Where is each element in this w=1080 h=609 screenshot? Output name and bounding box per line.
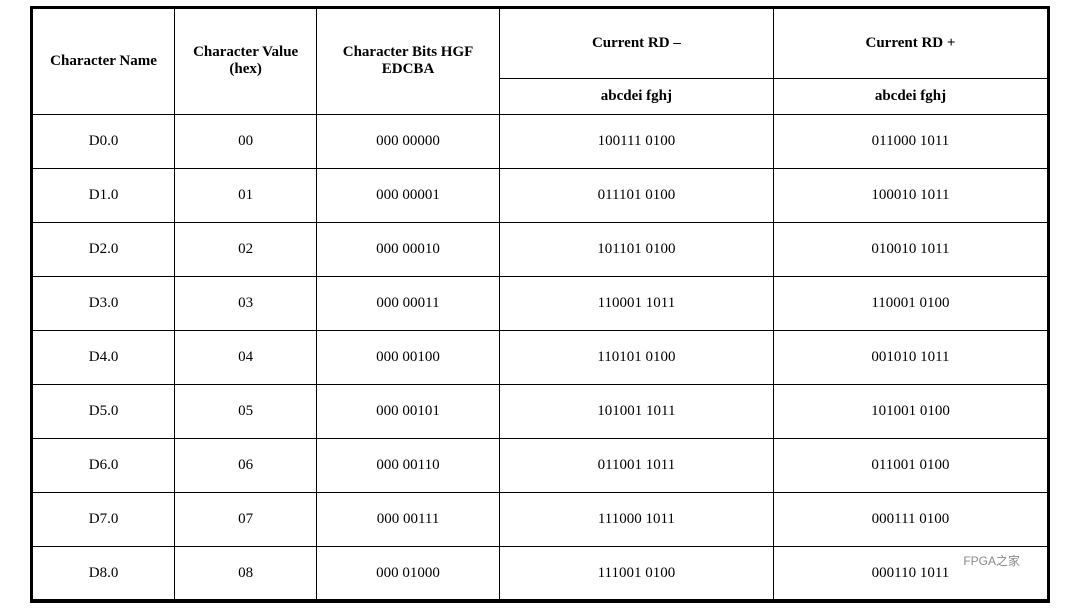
cell-name: D3.0 xyxy=(33,276,175,330)
cell-rd_minus: 100111 0100 xyxy=(499,114,773,168)
cell-rd_minus: 011101 0100 xyxy=(499,168,773,222)
cell-rd_plus: 101001 0100 xyxy=(773,384,1047,438)
cell-rd_plus: 011001 0100 xyxy=(773,438,1047,492)
table-row: D5.005000 00101101001 1011101001 0100 xyxy=(33,384,1048,438)
cell-rd_plus: 100010 1011 xyxy=(773,168,1047,222)
cell-name: D6.0 xyxy=(33,438,175,492)
watermark-label: FPGA之家 xyxy=(963,552,1020,569)
cell-rd_minus: 111000 1011 xyxy=(499,492,773,546)
cell-name: D1.0 xyxy=(33,168,175,222)
table-row: D3.003000 00011110001 1011110001 0100 xyxy=(33,276,1048,330)
cell-value: 02 xyxy=(175,222,317,276)
col-header-char-bits: Character Bits HGF EDCBA xyxy=(317,8,500,114)
col-header-rd-minus: Current RD – xyxy=(499,8,773,78)
cell-name: D2.0 xyxy=(33,222,175,276)
cell-value: 06 xyxy=(175,438,317,492)
cell-rd_plus: 110001 0100 xyxy=(773,276,1047,330)
cell-bits: 000 00100 xyxy=(317,330,500,384)
header-row-main: Character Name Character Value (hex) Cha… xyxy=(33,8,1048,78)
cell-rd_plus: 001010 1011 xyxy=(773,330,1047,384)
table-container: Character Name Character Value (hex) Cha… xyxy=(30,6,1050,604)
cell-value: 04 xyxy=(175,330,317,384)
table-row: D8.008000 01000111001 0100000110 1011 xyxy=(33,546,1048,600)
table-row: D6.006000 00110011001 1011011001 0100 xyxy=(33,438,1048,492)
cell-name: D5.0 xyxy=(33,384,175,438)
cell-rd_minus: 110001 1011 xyxy=(499,276,773,330)
cell-name: D8.0 xyxy=(33,546,175,600)
table-body: D0.000000 00000100111 0100011000 1011D1.… xyxy=(33,114,1048,600)
col-header-char-value: Character Value (hex) xyxy=(175,8,317,114)
cell-bits: 000 00011 xyxy=(317,276,500,330)
cell-bits: 000 00010 xyxy=(317,222,500,276)
cell-value: 07 xyxy=(175,492,317,546)
cell-rd_plus: 011000 1011 xyxy=(773,114,1047,168)
col-header-char-name: Character Name xyxy=(33,8,175,114)
table-row: D1.001000 00001011101 0100100010 1011 xyxy=(33,168,1048,222)
cell-bits: 000 00000 xyxy=(317,114,500,168)
table-row: D4.004000 00100110101 0100001010 1011 xyxy=(33,330,1048,384)
cell-rd_minus: 101101 0100 xyxy=(499,222,773,276)
cell-rd_minus: 111001 0100 xyxy=(499,546,773,600)
cell-rd_plus: 000111 0100 xyxy=(773,492,1047,546)
cell-rd_plus: 010010 1011 xyxy=(773,222,1047,276)
cell-name: D7.0 xyxy=(33,492,175,546)
cell-name: D0.0 xyxy=(33,114,175,168)
cell-bits: 000 00111 xyxy=(317,492,500,546)
table-row: D7.007000 00111111000 1011000111 0100 xyxy=(33,492,1048,546)
cell-value: 00 xyxy=(175,114,317,168)
data-table: Character Name Character Value (hex) Cha… xyxy=(32,8,1048,602)
cell-value: 08 xyxy=(175,546,317,600)
cell-name: D4.0 xyxy=(33,330,175,384)
cell-bits: 000 00101 xyxy=(317,384,500,438)
cell-bits: 000 00110 xyxy=(317,438,500,492)
table-row: D0.000000 00000100111 0100011000 1011 xyxy=(33,114,1048,168)
cell-bits: 000 00001 xyxy=(317,168,500,222)
cell-rd_minus: 011001 1011 xyxy=(499,438,773,492)
subheader-rd-minus: abcdei fghj xyxy=(499,78,773,114)
col-header-rd-plus: Current RD + xyxy=(773,8,1047,78)
cell-rd_minus: 110101 0100 xyxy=(499,330,773,384)
cell-value: 01 xyxy=(175,168,317,222)
cell-value: 03 xyxy=(175,276,317,330)
cell-rd_minus: 101001 1011 xyxy=(499,384,773,438)
subheader-rd-plus: abcdei fghj xyxy=(773,78,1047,114)
cell-bits: 000 01000 xyxy=(317,546,500,600)
cell-value: 05 xyxy=(175,384,317,438)
table-row: D2.002000 00010101101 0100010010 1011 xyxy=(33,222,1048,276)
